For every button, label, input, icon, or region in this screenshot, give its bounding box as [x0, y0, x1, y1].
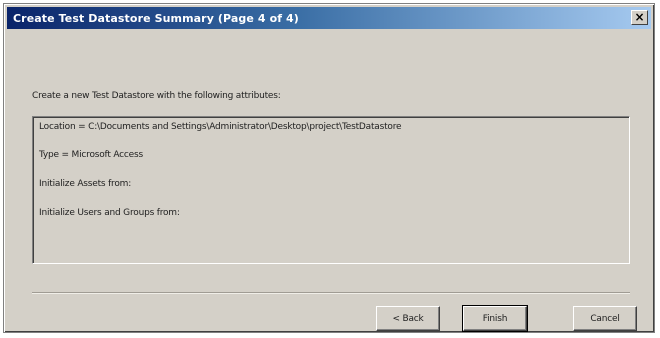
- attribute-type: Type = Microsoft Access: [39, 150, 143, 160]
- title-bar[interactable]: Create Test Datastore Summary (Page 4 of…: [7, 7, 651, 29]
- finish-button[interactable]: Finish: [462, 305, 528, 332]
- close-icon: ×: [634, 10, 645, 24]
- separator: [32, 292, 630, 294]
- attribute-initialize-assets: Initialize Assets from:: [39, 179, 132, 189]
- attribute-location: Location = C:\Documents and Settings\Adm…: [39, 122, 402, 132]
- window-title: Create Test Datastore Summary (Page 4 of…: [13, 11, 299, 25]
- cancel-button[interactable]: Cancel: [573, 306, 637, 331]
- close-button[interactable]: ×: [631, 10, 648, 25]
- attributes-box: Location = C:\Documents and Settings\Adm…: [32, 116, 630, 264]
- attribute-initialize-users-groups: Initialize Users and Groups from:: [39, 208, 180, 218]
- back-button[interactable]: < Back: [376, 306, 440, 331]
- intro-text: Create a new Test Datastore with the fol…: [32, 91, 281, 101]
